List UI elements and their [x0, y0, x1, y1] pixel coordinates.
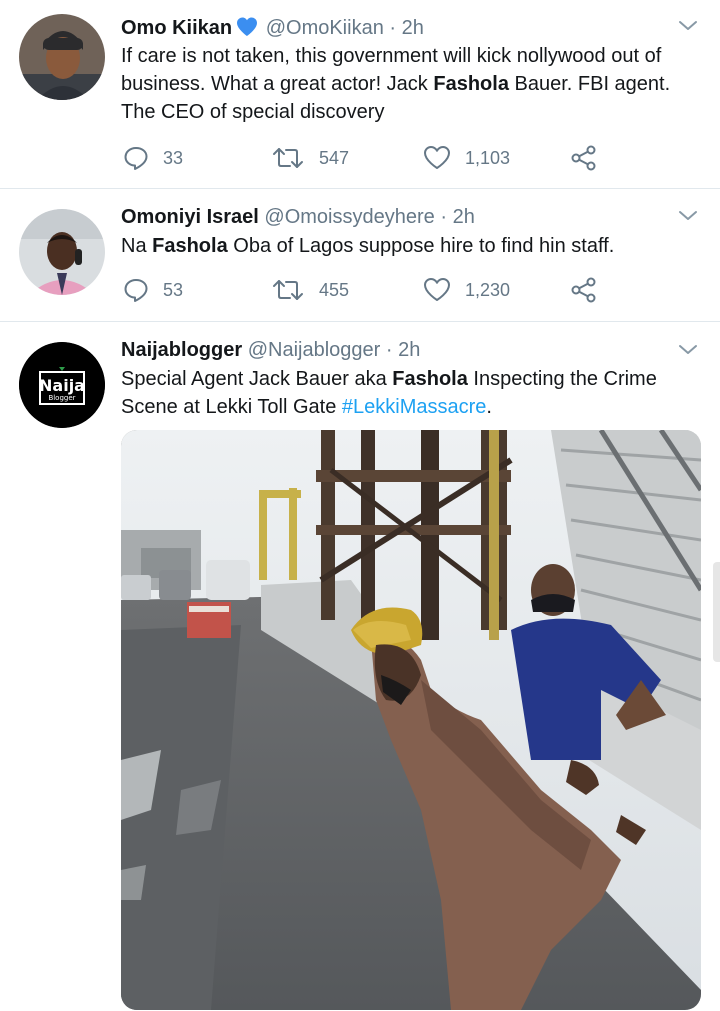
- reply-button[interactable]: 53: [123, 275, 183, 305]
- like-button[interactable]: 1,230: [423, 275, 510, 305]
- avatar-image: [19, 14, 105, 100]
- avatar[interactable]: [19, 14, 105, 100]
- user-handle[interactable]: @Omoissydeyhere: [264, 206, 434, 228]
- share-icon: [571, 145, 596, 171]
- blue-heart-icon: [236, 17, 258, 43]
- logo-wordmark: Naija: [39, 376, 85, 395]
- avatar-image: [19, 209, 105, 295]
- reply-count: 33: [163, 147, 184, 168]
- reply-button[interactable]: 33: [123, 143, 183, 173]
- retweet-icon: [273, 148, 303, 168]
- reply-icon: [124, 279, 148, 302]
- user-handle[interactable]: @OmoKiikan: [266, 17, 384, 39]
- retweet-icon: [273, 280, 303, 300]
- tweet-actions: 53 455 1,230: [121, 275, 711, 305]
- timestamp[interactable]: 2h: [398, 339, 420, 361]
- retweet-count: 547: [319, 147, 350, 168]
- timestamp[interactable]: 2h: [453, 206, 475, 228]
- share-button[interactable]: [570, 275, 612, 305]
- photo: [121, 430, 701, 1010]
- display-name[interactable]: Omo Kiikan: [121, 17, 232, 39]
- like-count: 1,230: [465, 279, 511, 300]
- tweet-actions: 33 547 1,103: [121, 143, 711, 173]
- text-bold: Fashola: [152, 235, 228, 257]
- scrollbar[interactable]: [713, 562, 720, 662]
- tweet-header: Naijablogger @Naijablogger · 2h: [121, 338, 420, 362]
- retweet-button[interactable]: 455: [271, 275, 349, 305]
- retweet-button[interactable]: 547: [271, 143, 349, 173]
- separator: ·: [389, 17, 397, 39]
- tweet-header: Omo Kiikan @OmoKiikan · 2h: [121, 16, 424, 43]
- avatar[interactable]: Naija Blogger: [19, 342, 105, 428]
- heart-icon: [424, 146, 450, 169]
- tweet-text: Na Fashola Oba of Lagos suppose hire to …: [121, 232, 701, 260]
- avatar[interactable]: [19, 209, 105, 295]
- display-name[interactable]: Naijablogger: [121, 339, 242, 361]
- timestamp[interactable]: 2h: [402, 17, 424, 39]
- separator: ·: [385, 339, 393, 361]
- share-icon: [571, 277, 596, 303]
- heart-icon: [424, 278, 450, 301]
- text-bold: Fashola: [433, 73, 509, 95]
- text-segment: Oba of Lagos suppose hire to find hin st…: [227, 235, 615, 257]
- retweet-count: 455: [319, 279, 350, 300]
- chevron-down-icon[interactable]: [676, 204, 700, 228]
- reply-count: 53: [163, 279, 184, 300]
- like-button[interactable]: 1,103: [423, 143, 510, 173]
- logo-subtitle: Blogger: [48, 394, 75, 402]
- text-segment: .: [486, 396, 492, 418]
- chevron-down-icon[interactable]: [676, 338, 700, 362]
- tweet-text: Special Agent Jack Bauer aka Fashola Ins…: [121, 365, 701, 421]
- tweet[interactable]: Omoniyi Israel @Omoissydeyhere · 2h Na F…: [0, 189, 720, 321]
- text-segment: Na: [121, 235, 153, 257]
- user-handle[interactable]: @Naijablogger: [248, 339, 381, 361]
- chevron-down-icon[interactable]: [676, 14, 700, 38]
- tweet[interactable]: Omo Kiikan @OmoKiikan · 2h If care is no…: [0, 0, 720, 188]
- display-name[interactable]: Omoniyi Israel: [121, 206, 259, 228]
- hashtag-link[interactable]: #LekkiMassacre: [342, 396, 487, 418]
- separator: ·: [440, 206, 448, 228]
- text-bold: Fashola: [392, 368, 468, 390]
- share-button[interactable]: [570, 143, 612, 173]
- tweet-media-image[interactable]: [121, 430, 701, 1010]
- naijablogger-logo: Naija Blogger: [19, 342, 105, 428]
- reply-icon: [124, 147, 148, 170]
- text-segment: Special Agent Jack Bauer aka: [121, 368, 393, 390]
- like-count: 1,103: [465, 147, 511, 168]
- tweet-header: Omoniyi Israel @Omoissydeyhere · 2h: [121, 205, 475, 229]
- tweet-text: If care is not taken, this government wi…: [121, 42, 701, 126]
